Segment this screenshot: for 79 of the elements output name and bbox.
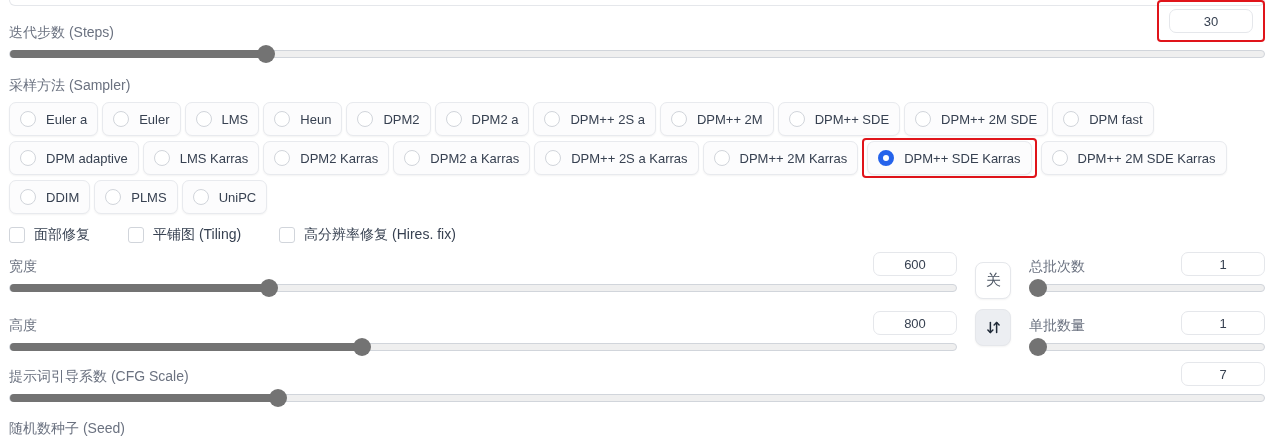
sampler-option[interactable]: Heun bbox=[263, 102, 343, 136]
radio-icon bbox=[274, 150, 291, 166]
radio-icon bbox=[20, 150, 36, 166]
number-field[interactable]: 800 bbox=[873, 311, 957, 335]
radio-icon bbox=[113, 111, 130, 127]
slider[interactable] bbox=[9, 45, 1265, 63]
sampler-option[interactable]: DPM++ 2M SDE bbox=[904, 102, 1049, 136]
radio-icon bbox=[105, 189, 122, 205]
radio-icon bbox=[153, 150, 170, 166]
close-button[interactable]: 关 bbox=[975, 262, 1011, 299]
radio-icon bbox=[915, 111, 932, 127]
radio-icon bbox=[192, 189, 209, 205]
radio-icon bbox=[1063, 111, 1080, 127]
sampler-option[interactable]: Euler a bbox=[9, 102, 99, 136]
sampler-option[interactable]: DPM++ 2S a Karras bbox=[534, 141, 699, 175]
slider-label: 随机数种子 (Seed) bbox=[9, 420, 125, 436]
sampler-option[interactable]: DPM2 bbox=[346, 102, 431, 136]
number-field[interactable]: 600 bbox=[873, 252, 957, 276]
radio-icon bbox=[404, 150, 421, 166]
slider[interactable] bbox=[9, 338, 957, 356]
radio-icon bbox=[195, 111, 212, 127]
slider[interactable] bbox=[9, 389, 1265, 407]
sampler-option[interactable]: DPM2 Karras bbox=[263, 141, 390, 175]
checkbox[interactable] bbox=[9, 227, 25, 243]
radio-icon bbox=[274, 111, 291, 127]
radio-icon bbox=[445, 111, 462, 127]
checkbox-option[interactable]: 高分辨率修复 (Hires. fix) bbox=[279, 226, 456, 244]
sampler-option[interactable]: DPM++ 2M SDE Karras bbox=[1040, 141, 1227, 175]
sampler-option[interactable]: DPM2 a bbox=[434, 102, 530, 136]
slider-thumb[interactable] bbox=[1029, 338, 1047, 356]
slider-thumb[interactable] bbox=[256, 45, 275, 63]
slider-label: 单批数量 bbox=[1029, 317, 1085, 335]
sampler-option[interactable]: DPM++ SDE bbox=[777, 102, 901, 136]
sampler-option[interactable]: DPM2 a Karras bbox=[393, 141, 531, 175]
number-field[interactable]: 7 bbox=[1181, 362, 1265, 386]
radio-icon bbox=[544, 111, 561, 127]
number-field[interactable]: 1 bbox=[1181, 311, 1265, 335]
slider-label: 迭代步数 (Steps) bbox=[9, 24, 114, 42]
radio-icon bbox=[20, 111, 36, 127]
sampler-option[interactable]: DPM++ 2M bbox=[659, 102, 774, 136]
sampler-option[interactable]: LMS Karras bbox=[142, 141, 260, 175]
slider-thumb[interactable] bbox=[1029, 279, 1047, 297]
checkbox[interactable] bbox=[128, 227, 144, 243]
swap-button[interactable] bbox=[975, 309, 1011, 346]
radio-icon bbox=[545, 150, 562, 166]
slider-thumb[interactable] bbox=[268, 389, 287, 407]
sampler-option[interactable]: DPM++ SDE Karras bbox=[867, 141, 1032, 175]
slider-thumb[interactable] bbox=[353, 338, 372, 356]
slider[interactable] bbox=[9, 279, 957, 297]
radio-icon bbox=[878, 150, 895, 166]
sampler-option[interactable]: DPM adaptive bbox=[9, 141, 139, 175]
slider[interactable] bbox=[1029, 338, 1265, 356]
slider[interactable] bbox=[1029, 279, 1265, 297]
sampler-option[interactable]: DDIM bbox=[9, 180, 91, 214]
checkbox-option[interactable]: 平铺图 (Tiling) bbox=[128, 226, 242, 244]
slider-label: 宽度 bbox=[9, 258, 37, 276]
checkbox-option[interactable]: 面部修复 bbox=[9, 226, 90, 244]
sampler-option[interactable]: DPM fast bbox=[1052, 102, 1154, 136]
number-field[interactable]: 30 bbox=[1169, 9, 1253, 33]
sampler-option[interactable]: Euler bbox=[102, 102, 181, 136]
slider-label: 总批次数 bbox=[1029, 258, 1085, 276]
checkbox[interactable] bbox=[279, 227, 296, 243]
sampler-option[interactable]: PLMS bbox=[94, 180, 178, 214]
radio-icon bbox=[20, 189, 36, 205]
sampler-option[interactable]: DPM++ 2S a bbox=[533, 102, 656, 136]
radio-icon bbox=[670, 111, 687, 127]
sampler-option[interactable]: DPM++ 2M Karras bbox=[702, 141, 859, 175]
radio-icon bbox=[1051, 150, 1068, 166]
radio-icon bbox=[357, 111, 374, 127]
swap-icon bbox=[985, 320, 1001, 335]
section-label: 采样方法 (Sampler) bbox=[9, 77, 132, 95]
sampler-option[interactable]: LMS bbox=[184, 102, 260, 136]
radio-icon bbox=[788, 111, 805, 127]
slider-label: 高度 bbox=[9, 317, 37, 335]
radio-icon bbox=[713, 150, 730, 166]
number-field[interactable]: 1 bbox=[1181, 252, 1265, 276]
slider-label: 提示词引导系数 (CFG Scale) bbox=[9, 368, 189, 386]
sampler-option[interactable]: UniPC bbox=[181, 180, 268, 214]
slider-thumb[interactable] bbox=[260, 279, 279, 297]
